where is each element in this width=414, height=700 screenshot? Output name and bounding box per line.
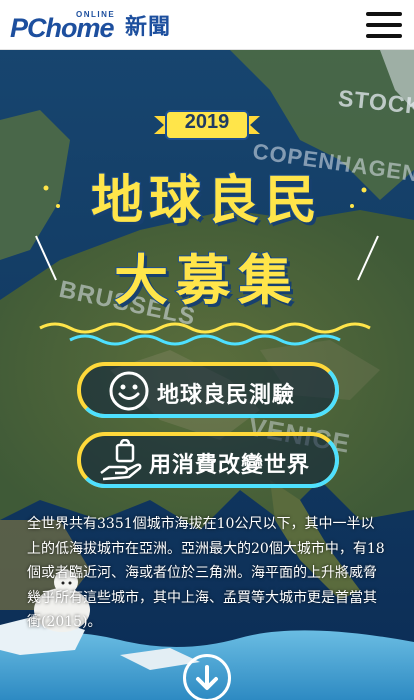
intro-paragraph: 全世界共有3351個城市海拔在10公尺以下，其中一半以上的低海拔城市在亞洲。亞洲… [27, 516, 385, 631]
change-world-button[interactable]: 用消費改變世界 [77, 432, 339, 488]
logo-pc: PC [10, 13, 47, 43]
quiz-button-label: 地球良民測驗 [157, 383, 296, 408]
change-world-button-label: 用消費改變世界 [149, 453, 311, 478]
campaign-title-line-1: 地球良民 [90, 170, 323, 232]
site-header: PChome ONLINE 新聞 [0, 0, 414, 50]
pchome-news-logo[interactable]: PChome ONLINE 新聞 [10, 8, 180, 44]
smiley-face-icon [109, 371, 149, 411]
campaign-title-line-2: 大募集 [113, 248, 300, 313]
campaign-hero: STOCKH COPENHAGEN BRUSSELS VENICE 2019 地… [0, 50, 414, 700]
campaign-year: 2019 [184, 111, 230, 133]
hamburger-menu-icon[interactable] [366, 10, 402, 40]
hand-shopping-bag-icon [100, 439, 142, 481]
year-badge: 2019 [154, 108, 260, 142]
logo-news: 新聞 [125, 15, 172, 40]
arrow-down-icon [196, 665, 218, 690]
arrow-down-circle-icon[interactable] [183, 654, 231, 700]
quiz-button[interactable]: 地球良民測驗 [77, 362, 339, 418]
logo-online: ONLINE [76, 10, 116, 19]
